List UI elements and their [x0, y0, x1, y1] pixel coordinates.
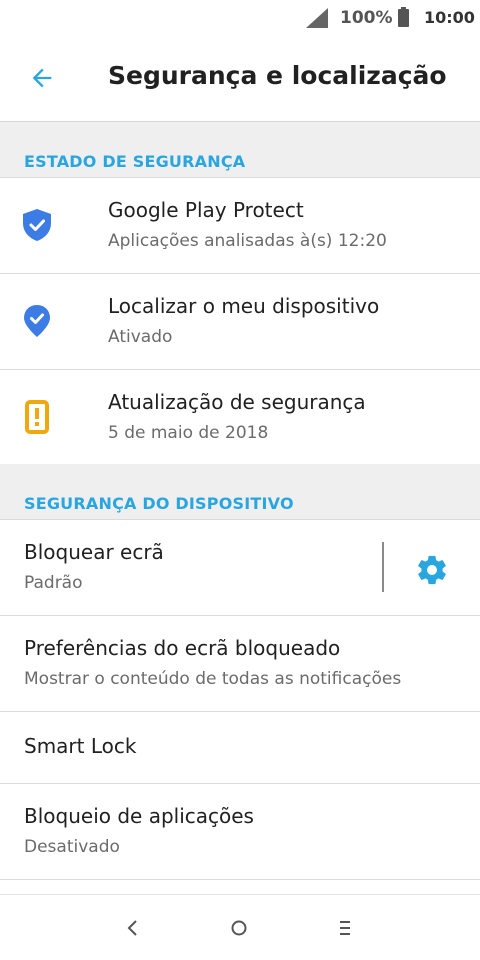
section-header-security-status: ESTADO DE SEGURANÇA — [0, 122, 480, 178]
item-title: Bloquear ecrã — [24, 540, 164, 564]
item-title: Smart Lock — [24, 734, 137, 758]
nav-menu-icon — [340, 921, 350, 935]
section-header-label: SEGURANÇA DO DISPOSITIVO — [24, 494, 294, 513]
location-check-icon — [20, 304, 54, 338]
nav-menu-button[interactable] — [330, 913, 360, 943]
section-header-device-security: SEGURANÇA DO DISPOSITIVO — [0, 464, 480, 520]
item-title: Atualização de segurança — [108, 390, 366, 414]
item-title: Google Play Protect — [108, 198, 304, 222]
clock: 10:00 — [424, 8, 475, 27]
battery-percent: 100% — [340, 8, 393, 28]
app-bar: Segurança e localização — [0, 36, 480, 122]
nav-home-button[interactable] — [224, 913, 254, 943]
navigation-bar — [0, 894, 480, 960]
item-subtitle: Mostrar o conteúdo de todas as notificaç… — [24, 669, 402, 689]
list-item-app-lock[interactable]: Bloqueio de aplicações Desativado — [0, 784, 480, 880]
list-item-security-update[interactable]: Atualização de segurança 5 de maio de 20… — [0, 370, 480, 466]
vertical-divider — [382, 542, 384, 592]
list-item-smart-lock[interactable]: Smart Lock — [0, 712, 480, 784]
item-title: Bloqueio de aplicações — [24, 804, 254, 828]
item-subtitle: Padrão — [24, 573, 83, 593]
item-title: Preferências do ecrã bloqueado — [24, 636, 341, 660]
nav-back-button[interactable] — [118, 913, 148, 943]
item-subtitle: 5 de maio de 2018 — [108, 423, 269, 443]
item-subtitle: Desativado — [24, 837, 120, 857]
list-item-find-my-device[interactable]: Localizar o meu dispositivo Ativado — [0, 274, 480, 370]
screen-lock-settings-button[interactable] — [412, 550, 452, 590]
list-item-lock-screen-preferences[interactable]: Preferências do ecrã bloqueado Mostrar o… — [0, 616, 480, 712]
phone-alert-icon — [20, 400, 54, 434]
section-header-label: ESTADO DE SEGURANÇA — [24, 152, 246, 171]
back-button[interactable] — [24, 60, 60, 96]
arrow-back-icon — [32, 68, 52, 88]
list-item-screen-lock[interactable]: Bloquear ecrã Padrão — [0, 520, 480, 616]
gear-icon — [418, 555, 446, 585]
signal-icon — [306, 8, 328, 28]
battery-icon — [398, 7, 409, 27]
item-subtitle: Ativado — [108, 327, 173, 347]
list-item-google-play-protect[interactable]: Google Play Protect Aplicações analisada… — [0, 178, 480, 274]
status-bar: 100% 10:00 — [0, 0, 480, 36]
shield-check-icon — [20, 208, 54, 242]
page-title: Segurança e localização — [108, 61, 447, 90]
nav-back-icon — [127, 920, 137, 936]
nav-home-icon — [231, 920, 247, 936]
item-title: Localizar o meu dispositivo — [108, 294, 380, 318]
item-subtitle: Aplicações analisadas à(s) 12:20 — [108, 231, 387, 251]
